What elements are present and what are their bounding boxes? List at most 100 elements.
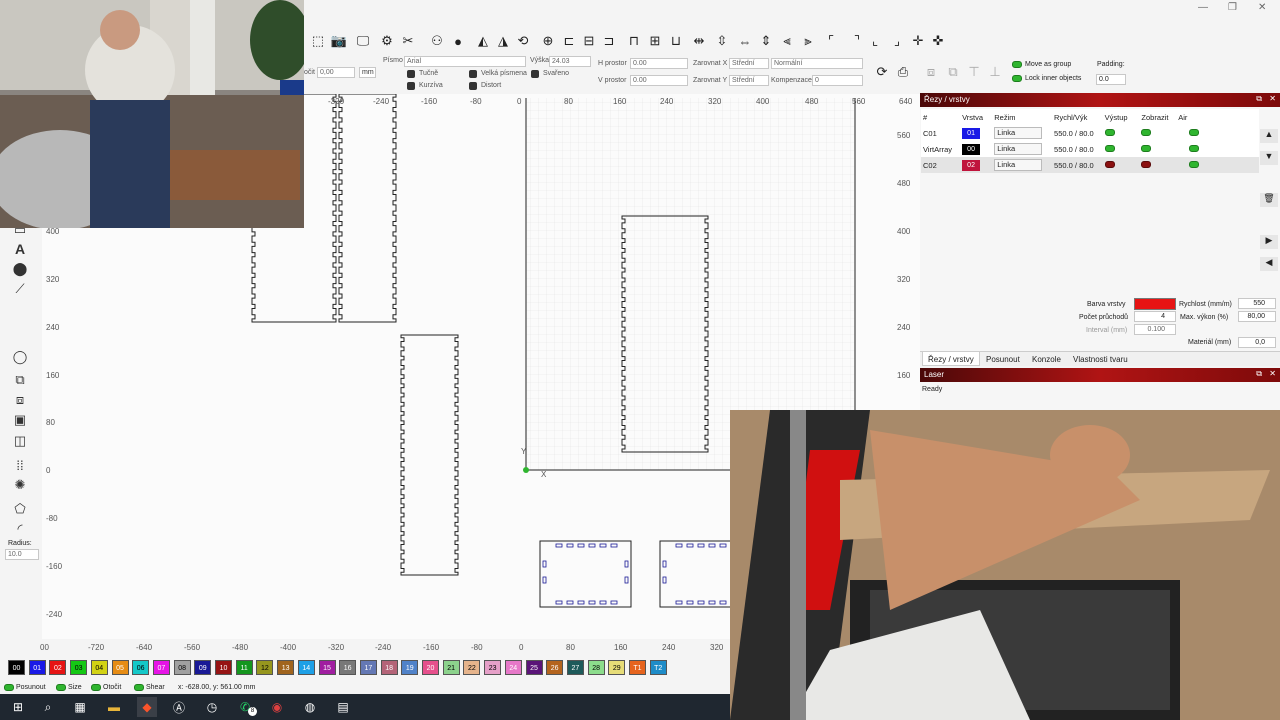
rotate-toggle[interactable] [91,684,101,691]
italic-checkbox[interactable] [407,82,415,90]
layer-output-toggle[interactable] [1104,160,1115,168]
palette-swatch[interactable]: 13 [277,660,295,675]
layer-mode-select[interactable]: Linka [994,159,1043,171]
search-icon[interactable]: ⌕ [38,697,58,717]
palette-swatch[interactable]: 21 [442,660,460,675]
brave-icon[interactable]: ◆ [137,697,157,717]
size-toggle[interactable] [56,684,66,691]
arrange-4-icon[interactable]: ⊥ [986,63,1004,81]
style-select[interactable]: Normální [771,58,863,69]
welded-checkbox[interactable] [531,70,539,78]
rotate-cw-icon[interactable]: ⟳ [873,63,891,81]
clock-app-icon[interactable]: ◷ [202,697,222,717]
palette-swatch[interactable]: 12 [256,660,274,675]
bold-checkbox[interactable] [407,70,415,78]
tab-shape-properties[interactable]: Vlastnosti tvaru [1073,355,1128,364]
interval-field[interactable]: 0.100 [1134,324,1176,335]
move-up-icon[interactable]: ▲ [1260,129,1278,143]
layer-show-toggle[interactable] [1141,144,1152,152]
layer-mode-select[interactable]: Linka [994,143,1043,155]
align-center-icon[interactable]: ⊟ [580,32,598,50]
palette-swatch[interactable]: 06 [132,660,150,675]
palette-swatch[interactable]: 28 [587,660,605,675]
boolean-union-icon[interactable]: ⧉ [11,371,29,389]
material-field[interactable]: 0,0 [1238,337,1276,348]
align-right-icon[interactable]: ⊐ [600,32,618,50]
palette-swatch[interactable]: 11 [235,660,253,675]
monitor-icon[interactable]: 🖵 [354,32,372,50]
corner-tl-icon[interactable]: ⌜ [822,32,840,50]
rotate-field[interactable]: 0,00 [317,67,355,78]
palette-swatch[interactable]: 19 [401,660,419,675]
laser-close-icon[interactable]: ✕ [1269,369,1276,378]
position-tool-icon[interactable]: ⬤ [11,260,29,278]
palette-swatch[interactable]: 17 [359,660,377,675]
palette-swatch[interactable]: 25 [525,660,543,675]
palette-swatch[interactable]: 23 [484,660,502,675]
radius-field[interactable]: 10.0 [5,549,39,560]
palette-swatch[interactable]: 05 [111,660,129,675]
palette-swatch[interactable]: T2 [649,660,667,675]
power-field[interactable]: 80,00 [1238,311,1276,322]
app-icon[interactable]: ◍ [300,697,320,717]
align-middle-icon[interactable]: ⊞ [646,32,664,50]
align-left-icon[interactable]: ⊏ [560,32,578,50]
corner-tr-icon[interactable]: ⌝ [848,32,866,50]
mirror-v-icon[interactable]: ◮ [494,32,512,50]
crosshair-icon[interactable]: ✜ [929,32,947,50]
minimize-button[interactable]: — [1198,2,1208,13]
print-icon[interactable]: ⎙ [894,63,912,81]
layer-row[interactable]: VirtArray 00 Linka 550.0 / 80.0 [921,141,1259,157]
rotate-icon[interactable]: ⟲ [514,32,532,50]
adobe-icon[interactable]: Ⓐ [169,697,189,717]
dock-right-icon[interactable]: ⫸ [799,32,817,50]
unit-button[interactable]: mm [359,67,376,78]
text-tool-icon[interactable]: A [11,240,29,258]
move-as-group-toggle[interactable] [1012,61,1022,68]
layer-row[interactable]: C01 01 Linka 550.0 / 80.0 [921,125,1259,141]
panel-close-icon[interactable]: ✕ [1269,94,1276,103]
group-icon[interactable]: ⚇ [428,32,446,50]
palette-swatch[interactable]: 16 [339,660,357,675]
move-down-icon[interactable]: ▼ [1260,151,1278,165]
mirror-h-icon[interactable]: ◭ [474,32,492,50]
palette-swatch[interactable]: 27 [566,660,584,675]
file-explorer-icon[interactable]: ▬ [104,697,124,717]
calculator-icon[interactable]: ▤ [333,697,353,717]
palette-swatch[interactable]: 07 [152,660,170,675]
layer-output-toggle[interactable] [1104,128,1115,136]
boolean-diff-icon[interactable]: ⧈ [11,391,29,409]
layer-mode-select[interactable]: Linka [994,127,1043,139]
start-icon[interactable]: ⊞ [8,697,28,717]
font-select[interactable]: Arial [404,56,526,67]
delete-layer-icon[interactable]: 🗑 [1260,193,1278,207]
offset-tool-icon[interactable]: ◯ [11,348,29,366]
layer-air-toggle[interactable] [1189,160,1199,168]
dock-left-icon[interactable]: ⫷ [778,32,796,50]
layer-output-toggle[interactable] [1104,144,1115,152]
same-width-icon[interactable]: ⇔ [736,32,754,50]
layer-show-toggle[interactable] [1141,128,1152,136]
panel-float-icon[interactable]: ⧉ [1256,94,1262,104]
palette-swatch[interactable]: 18 [380,660,398,675]
palette-swatch[interactable]: 04 [90,660,108,675]
laser-float-icon[interactable]: ⧉ [1256,369,1262,379]
layer-air-toggle[interactable] [1189,144,1199,152]
speed-field[interactable]: 550 [1238,298,1276,309]
collapse-icon[interactable]: ◀ [1260,257,1278,271]
arrange-3-icon[interactable]: ⊤ [965,63,983,81]
layer-air-toggle[interactable] [1189,128,1199,136]
close-button[interactable]: ✕ [1258,2,1266,13]
select-rect-icon[interactable]: ⬚ [309,32,327,50]
palette-swatch[interactable]: 24 [504,660,522,675]
weld-icon[interactable]: ◫ [11,432,29,450]
palette-swatch[interactable]: 08 [173,660,191,675]
circular-array-icon[interactable]: ✺ [11,476,29,494]
distribute-h-icon[interactable]: ⇹ [690,32,708,50]
corner-br-icon[interactable]: ⌟ [888,32,906,50]
layer-color-swatch[interactable] [1134,298,1176,310]
tab-console[interactable]: Konzole [1032,355,1061,364]
distribute-v-icon[interactable]: ⇳ [713,32,731,50]
palette-swatch[interactable]: 15 [318,660,336,675]
layer-show-toggle[interactable] [1141,160,1152,168]
